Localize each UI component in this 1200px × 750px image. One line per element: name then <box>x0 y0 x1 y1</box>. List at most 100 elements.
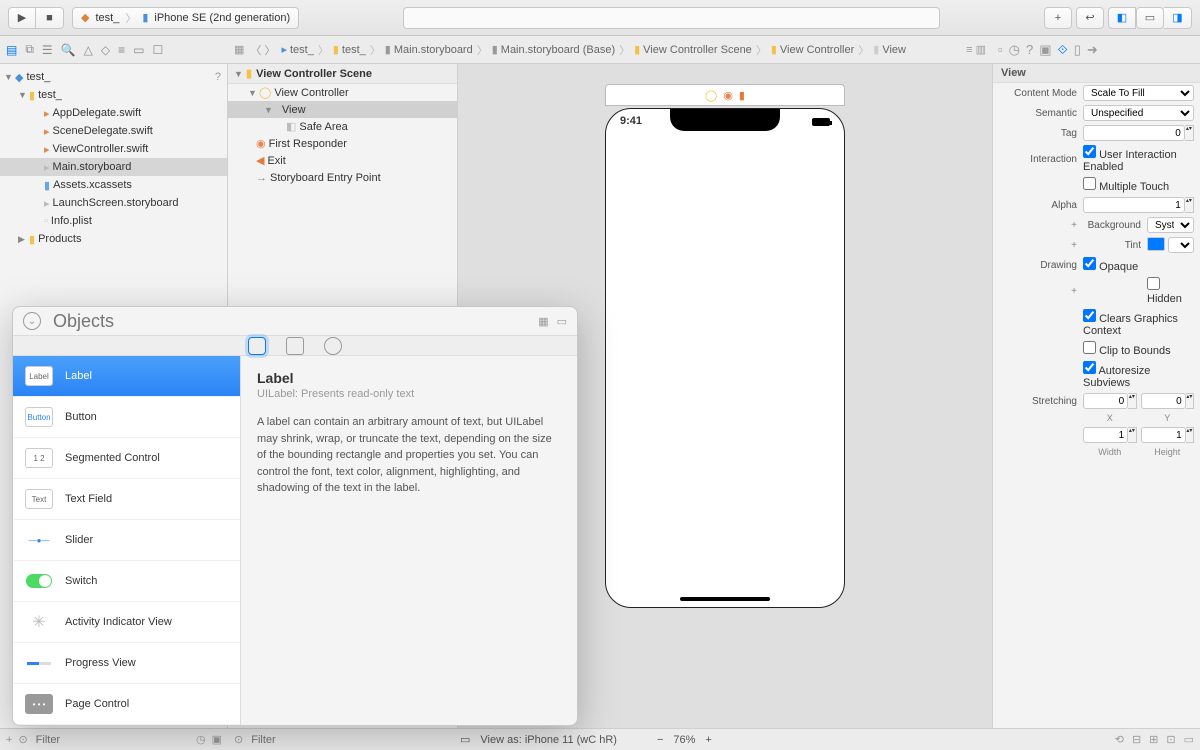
issues-tab[interactable]: △ <box>84 43 93 57</box>
size-inspector-tab[interactable]: ▯ <box>1074 42 1081 58</box>
outline-item-selected[interactable]: ▼▫View <box>228 101 457 118</box>
resolve-icon[interactable]: ⊡ <box>1166 733 1175 746</box>
view-as-label[interactable]: View as: iPhone 11 (wC hR) <box>480 734 617 746</box>
attributes-inspector-tab[interactable]: ⟐ <box>1057 42 1067 58</box>
add-button[interactable]: + <box>6 734 12 746</box>
outline-item[interactable]: ▼◯View Controller <box>228 84 457 101</box>
library-item[interactable]: Progress View <box>13 643 240 684</box>
library-item[interactable]: TextText Field <box>13 479 240 520</box>
stretch-w-field[interactable] <box>1083 427 1128 443</box>
library-item[interactable]: • • •Page Control <box>13 684 240 725</box>
library-item[interactable]: ✳Activity Indicator View <box>13 602 240 643</box>
help-icon[interactable]: ? <box>215 71 221 83</box>
toggle-inspector-button[interactable]: ◨ <box>1164 7 1192 29</box>
zoom-in-button[interactable]: + <box>705 734 711 746</box>
outline-item[interactable]: ◉First Responder <box>228 135 457 152</box>
library-scope-icon[interactable]: ⌄ <box>23 312 41 330</box>
debug-tab[interactable]: ≡ <box>118 43 125 57</box>
clears-context-checkbox[interactable] <box>1083 309 1096 322</box>
scheme-selector[interactable]: ◆ test_ 〉 ▮ iPhone SE (2nd generation) <box>72 7 299 29</box>
autoresize-checkbox[interactable] <box>1083 361 1096 374</box>
clip-checkbox[interactable] <box>1083 341 1096 354</box>
library-item[interactable]: Switch <box>13 561 240 602</box>
recent-icon[interactable]: ◷ <box>196 733 206 746</box>
connections-inspector-tab[interactable]: ➜ <box>1087 42 1098 58</box>
tests-tab[interactable]: ◇ <box>101 43 110 57</box>
file-inspector-tab[interactable]: ▫ <box>998 42 1003 57</box>
nav-file[interactable]: ▸AppDelegate.swift <box>0 104 227 122</box>
library-search-input[interactable] <box>51 310 528 333</box>
tint-swatch[interactable] <box>1147 237 1165 251</box>
notch <box>670 109 780 131</box>
project-navigator-tab[interactable]: ▤ <box>6 43 17 57</box>
tint-select[interactable]: Default <box>1168 237 1194 253</box>
nav-group[interactable]: ▼▮ test_ <box>0 86 227 104</box>
user-interaction-checkbox[interactable] <box>1083 145 1096 158</box>
nav-products[interactable]: ▶▮ Products <box>0 230 227 248</box>
alpha-field[interactable] <box>1083 197 1185 213</box>
help-inspector-tab[interactable]: ? <box>1026 42 1033 57</box>
library-item[interactable]: —●—Slider <box>13 520 240 561</box>
code-review-button[interactable]: ↩︎ <box>1076 7 1104 29</box>
outline-item[interactable]: ◀Exit <box>228 152 457 169</box>
switch-icon <box>25 571 53 591</box>
background-select[interactable]: System Backgroun… <box>1147 217 1194 233</box>
device-config-icon[interactable]: ▭ <box>460 733 470 746</box>
stretch-h-field[interactable] <box>1141 427 1186 443</box>
nav-project-root[interactable]: ▼◆ test_ ? <box>0 68 227 86</box>
activity-view <box>403 7 940 29</box>
nav-file[interactable]: ▮Assets.xcassets <box>0 176 227 194</box>
device-frame[interactable]: 9:41 <box>605 108 845 608</box>
toggle-debug-button[interactable]: ▭ <box>1136 7 1164 29</box>
button-icon: Button <box>25 407 53 427</box>
nav-file[interactable]: ▫Info.plist <box>0 212 227 230</box>
navigator-filter-input[interactable] <box>34 733 190 747</box>
hidden-checkbox[interactable] <box>1147 277 1160 290</box>
constraints-update-icon[interactable]: ⟲ <box>1115 733 1124 746</box>
library-item[interactable]: LabelLabel <box>13 356 240 397</box>
library-grid-icon[interactable]: ▦ <box>538 315 548 328</box>
nav-file[interactable]: ▸SceneDelegate.swift <box>0 122 227 140</box>
scene-dock[interactable]: ◯ ◉ ▮ <box>605 84 845 106</box>
run-button[interactable]: ▶ <box>8 7 36 29</box>
symbol-navigator-tab[interactable]: ☰ <box>42 43 53 57</box>
library-item[interactable]: 1 2Segmented Control <box>13 438 240 479</box>
library-objects-tab[interactable] <box>248 337 266 355</box>
embed-icon[interactable]: ▭ <box>1184 733 1194 746</box>
outline-scene-header[interactable]: ▼▮ View Controller Scene <box>228 64 457 84</box>
toggle-navigator-button[interactable]: ◧ <box>1108 7 1136 29</box>
identity-inspector-tab[interactable]: ▣ <box>1039 42 1051 58</box>
library-button[interactable]: + <box>1044 7 1072 29</box>
nav-file[interactable]: ▸ViewController.swift <box>0 140 227 158</box>
history-inspector-tab[interactable]: ◷ <box>1009 42 1020 58</box>
multiple-touch-checkbox[interactable] <box>1083 177 1096 190</box>
stop-button[interactable]: ■ <box>36 7 64 29</box>
nav-file[interactable]: ▸LaunchScreen.storyboard <box>0 194 227 212</box>
outline-item[interactable]: ◧Safe Area <box>228 118 457 135</box>
zoom-out-button[interactable]: − <box>657 734 663 746</box>
library-item[interactable]: ButtonButton <box>13 397 240 438</box>
stretch-x-field[interactable] <box>1083 393 1128 409</box>
outline-filter-input[interactable] <box>249 733 409 747</box>
semantic-select[interactable]: Unspecified <box>1083 105 1194 121</box>
opaque-checkbox[interactable] <box>1083 257 1096 270</box>
source-control-tab[interactable]: ⧉ <box>25 42 34 57</box>
library-media-tab[interactable] <box>286 337 304 355</box>
inspector-tabs: ▫ ◷ ? ▣ ⟐ ▯ ➜ <box>992 42 1200 58</box>
reports-tab[interactable]: ☐ <box>152 43 163 57</box>
align-icon[interactable]: ⊟ <box>1132 733 1141 746</box>
library-color-tab[interactable] <box>324 337 342 355</box>
editor-options-icon[interactable]: ≡ ▥ <box>966 43 986 56</box>
content-mode-select[interactable]: Scale To Fill <box>1083 85 1194 101</box>
pin-icon[interactable]: ⊞ <box>1149 733 1158 746</box>
nav-file-selected[interactable]: ▸Main.storyboard <box>0 158 227 176</box>
tag-field[interactable] <box>1083 125 1185 141</box>
breakpoints-tab[interactable]: ▭ <box>133 43 144 57</box>
jump-bar[interactable]: ▦ 〈 〉 ▸test_〉 ▮test_〉 ▮Main.storyboard〉 … <box>228 42 992 58</box>
scm-icon[interactable]: ▣ <box>212 733 222 746</box>
stretch-y-field[interactable] <box>1141 393 1186 409</box>
object-library-panel: ⌄ ▦ ▭ LabelLabel ButtonButton 1 2Segment… <box>12 306 578 726</box>
library-list-icon[interactable]: ▭ <box>557 315 567 328</box>
outline-item[interactable]: →Storyboard Entry Point <box>228 169 457 186</box>
search-tab[interactable]: 🔍 <box>61 43 76 57</box>
